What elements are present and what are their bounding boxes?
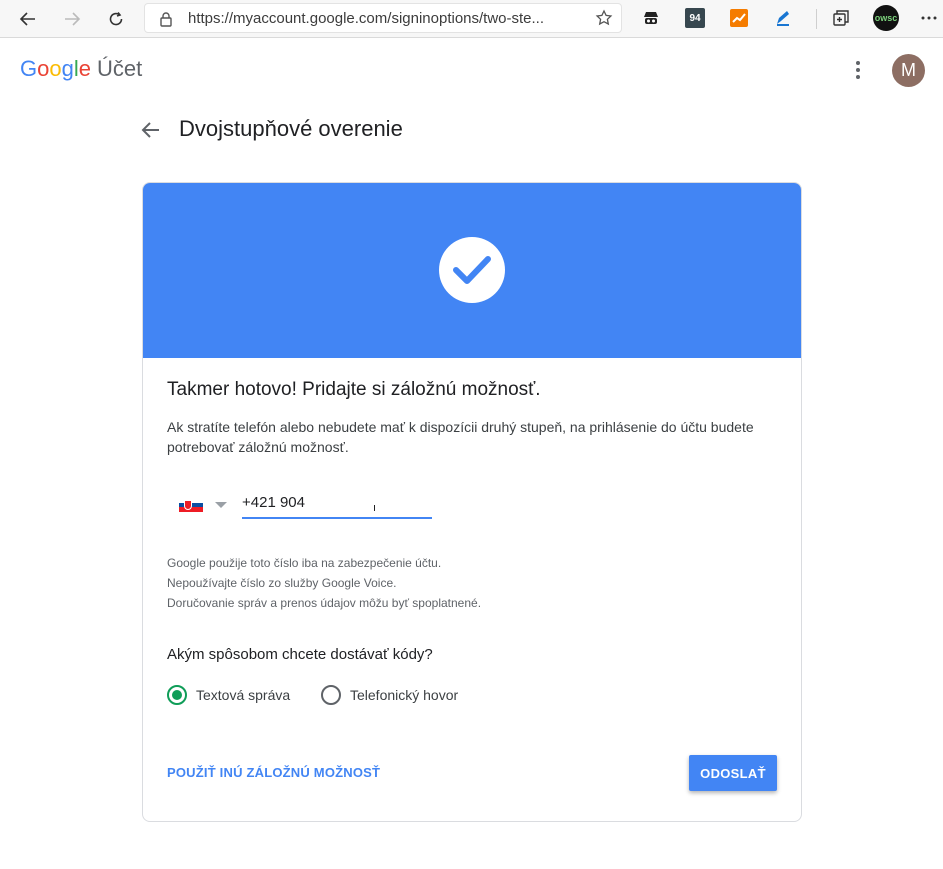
- apps-menu-button[interactable]: [848, 58, 868, 82]
- phone-number-input[interactable]: +421 904: [242, 491, 432, 519]
- more-icon[interactable]: [919, 8, 939, 28]
- google-account-logo[interactable]: Google Účet: [20, 56, 142, 82]
- use-other-backup-button[interactable]: POUŽIŤ INÚ ZÁLOŽNÚ MOŽNOSŤ: [167, 765, 380, 780]
- note-line: Nepoužívajte číslo zo služby Google Voic…: [167, 576, 397, 590]
- radio-text-message[interactable]: Textová správa: [167, 683, 290, 707]
- arrow-left-icon: [19, 12, 35, 26]
- reload-button[interactable]: [102, 5, 130, 33]
- pen-extension-icon[interactable]: [773, 8, 793, 28]
- send-button[interactable]: ODOSLAŤ: [689, 755, 777, 791]
- backup-option-card: Takmer hotovo! Pridajte si záložnú možno…: [142, 182, 802, 822]
- radio-phone-call[interactable]: Telefonický hovor: [321, 683, 458, 707]
- phone-notes: Google použije toto číslo iba na zabezpe…: [167, 553, 481, 613]
- address-bar[interactable]: https://myaccount.google.com/signinoptio…: [144, 3, 622, 33]
- back-button[interactable]: [14, 5, 42, 33]
- checkmark-icon: [439, 237, 505, 303]
- forward-button[interactable]: [58, 5, 86, 33]
- logo-account-label: Účet: [97, 56, 143, 81]
- google-account-header: Google Účet M: [0, 38, 943, 102]
- phone-number-value: +421 904: [242, 494, 305, 511]
- note-line: Google použije toto číslo iba na zabezpe…: [167, 556, 442, 570]
- url-text: https://myaccount.google.com/signinoptio…: [188, 10, 545, 27]
- analytics-extension-icon[interactable]: [729, 8, 749, 28]
- collections-icon[interactable]: [831, 8, 851, 28]
- google-logo: Google: [20, 56, 92, 81]
- toolbar-divider: [816, 9, 817, 29]
- star-icon[interactable]: [595, 9, 613, 27]
- badge-94-icon[interactable]: 94: [685, 8, 705, 28]
- note-line: Doručovanie správ a prenos údajov môžu b…: [167, 596, 482, 610]
- card-hero-banner: [143, 183, 801, 358]
- reload-icon: [109, 12, 123, 26]
- chevron-down-icon: [215, 502, 227, 508]
- dot-icon: [856, 61, 860, 65]
- radio-label: Telefonický hovor: [350, 687, 459, 703]
- country-select[interactable]: [179, 495, 229, 517]
- radio-unchecked-icon[interactable]: [321, 685, 341, 705]
- page-title: Dvojstupňové overenie: [179, 116, 403, 141]
- radio-label: Textová správa: [196, 687, 291, 703]
- card-description: Ak stratíte telefón alebo nebudete mať k…: [167, 419, 754, 455]
- radio-checked-icon[interactable]: [167, 685, 187, 705]
- text-cursor: [374, 505, 375, 511]
- avatar[interactable]: M: [892, 54, 925, 87]
- arrow-right-icon: [65, 12, 81, 26]
- back-arrow-icon[interactable]: [140, 119, 162, 141]
- lock-icon: [160, 12, 172, 27]
- browser-toolbar: https://myaccount.google.com/signinoptio…: [0, 0, 943, 38]
- slovakia-flag-icon: [179, 498, 203, 512]
- profile-extension-icon[interactable]: owsc: [873, 5, 899, 31]
- privacy-extension-icon[interactable]: [641, 8, 661, 28]
- delivery-question: Akým spôsobom chcete dostávať kódy?: [167, 646, 433, 663]
- card-heading: Takmer hotovo! Pridajte si záložnú možno…: [167, 379, 541, 400]
